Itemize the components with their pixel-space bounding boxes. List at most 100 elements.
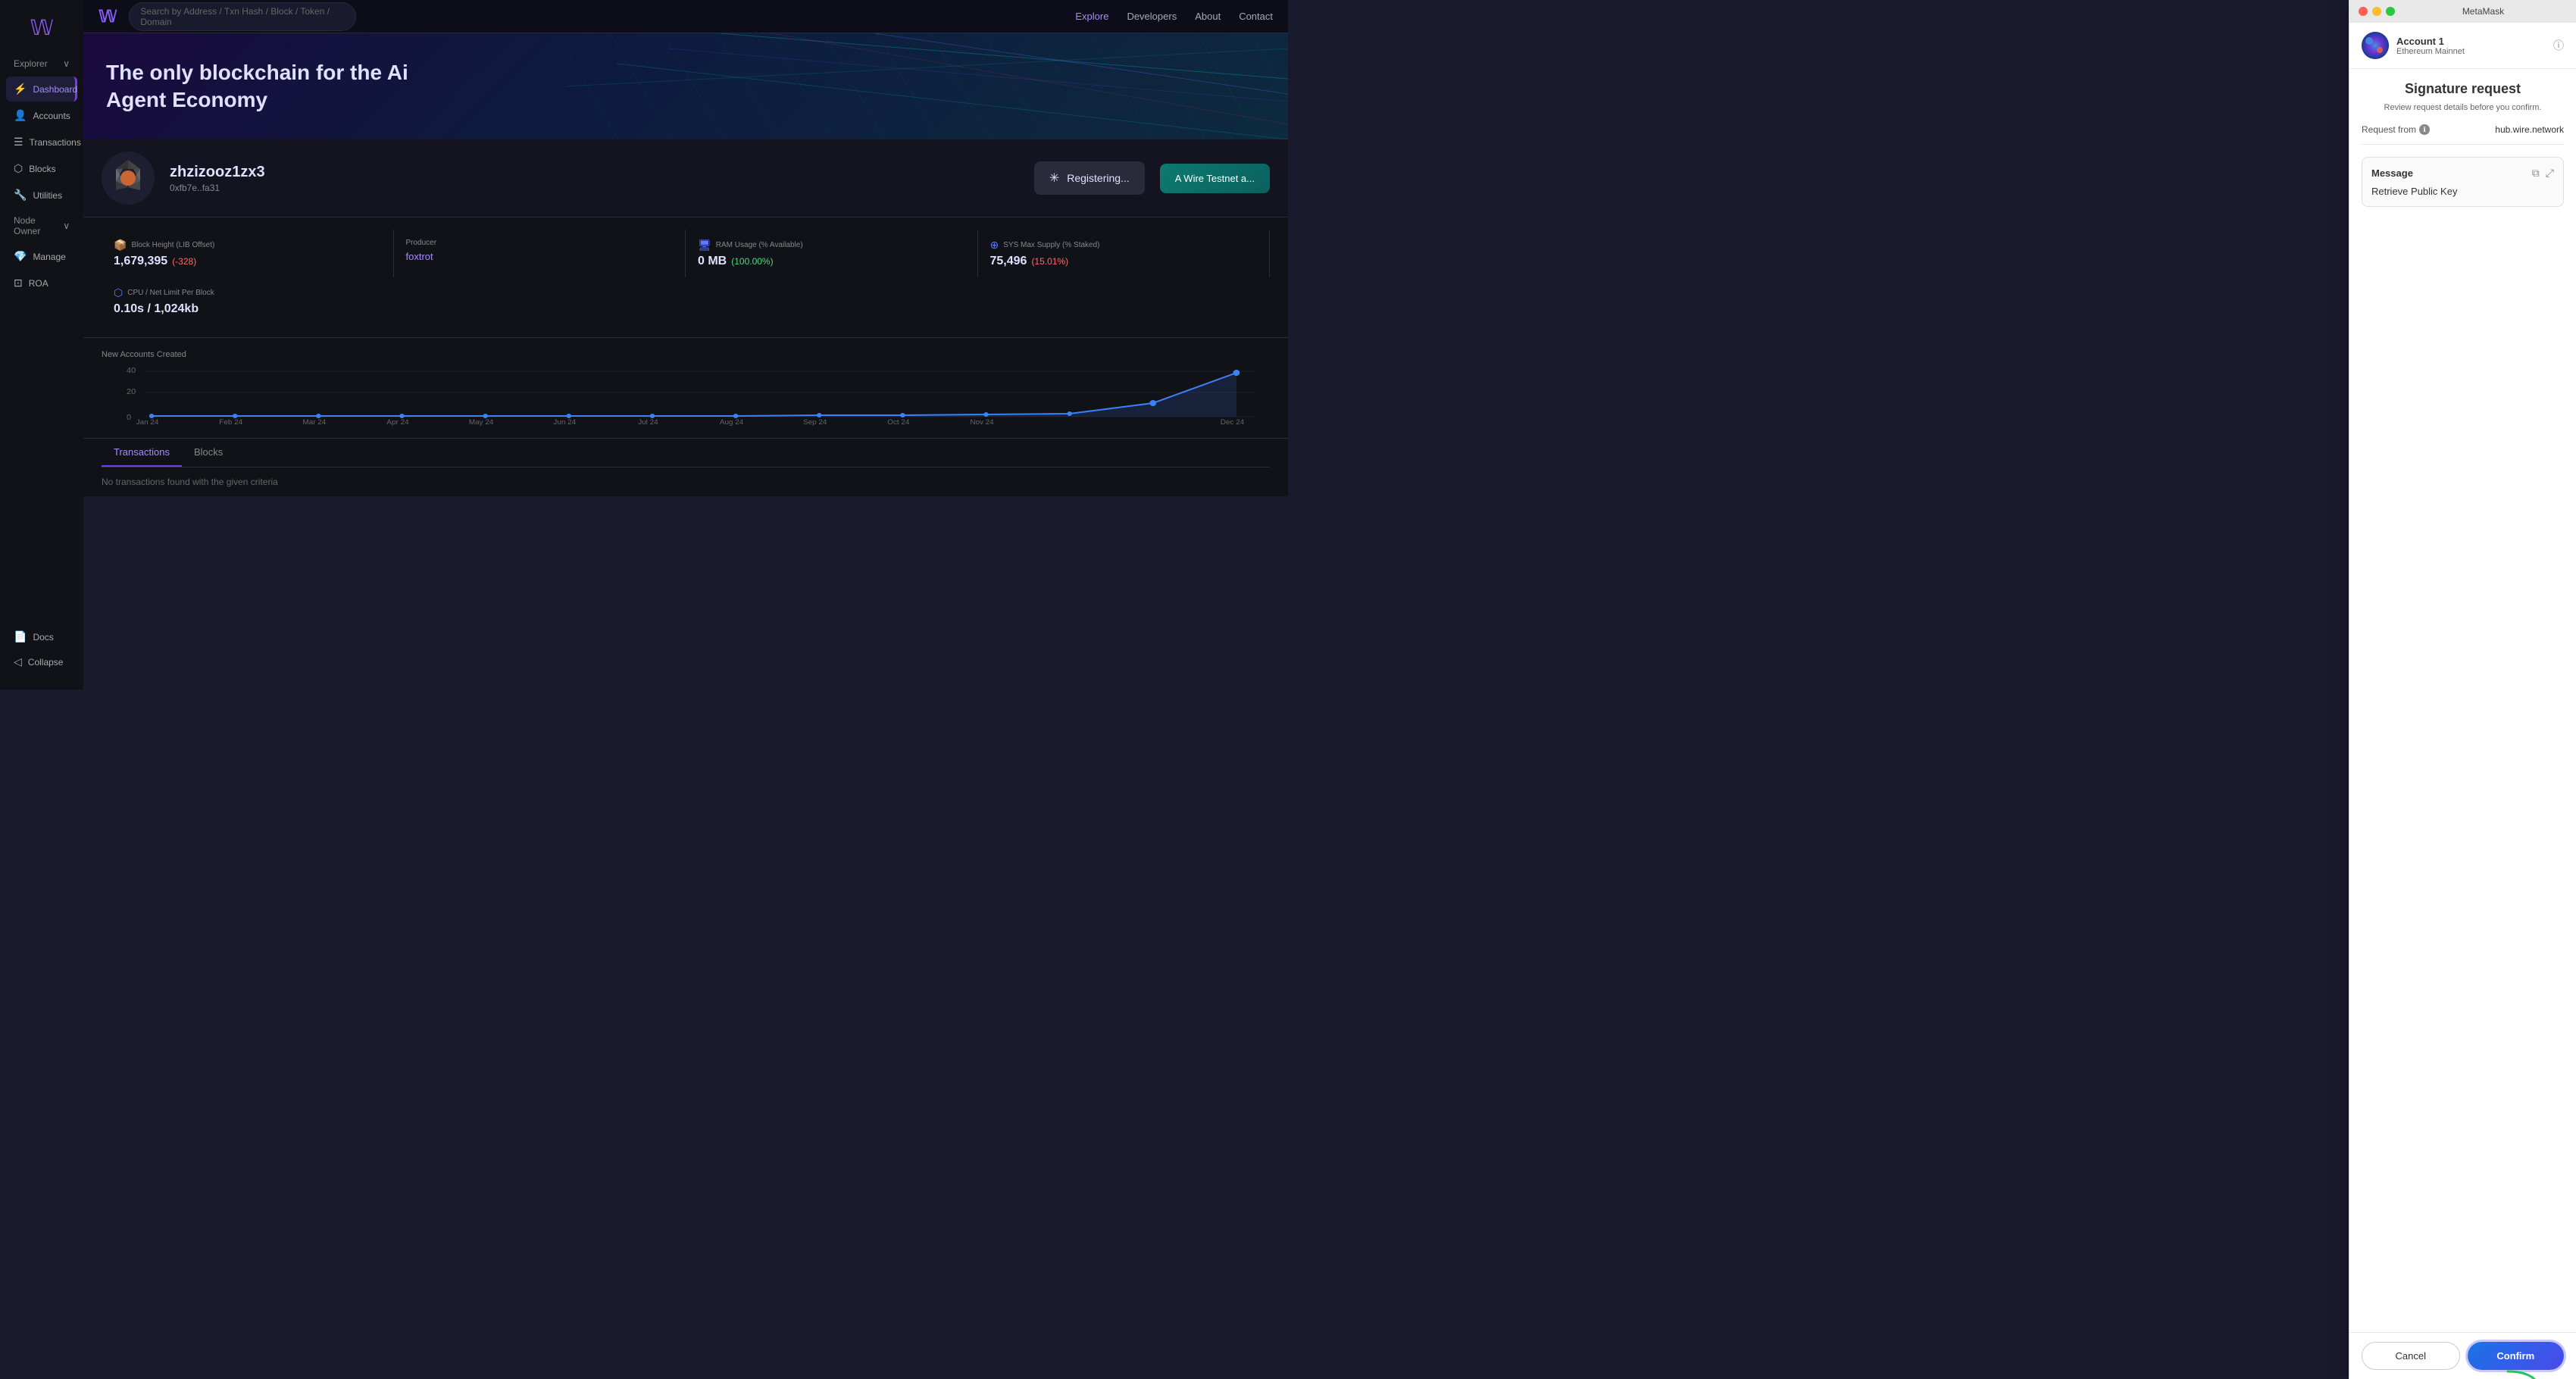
stat-ram: 🖥 RAM Usage (% Available) 0 MB (100.00%) bbox=[686, 230, 978, 277]
node-owner-section[interactable]: Node Owner ∨ bbox=[6, 209, 77, 242]
mm-close-button[interactable] bbox=[2359, 7, 2368, 16]
stat-value-sys: 75,496 bbox=[990, 255, 1027, 268]
svg-text:Mar 24: Mar 24 bbox=[302, 418, 326, 426]
stat-cpu-net: ⬡ CPU / Net Limit Per Block 0.10s / 1,02… bbox=[102, 277, 394, 325]
mm-copy-icon[interactable]: ⧉ bbox=[2532, 167, 2540, 180]
metamask-popup: MetaMask Account 1 Ethereum Mainnet bbox=[2349, 0, 2576, 1379]
node-owner-label: Node Owner bbox=[14, 215, 63, 236]
sidebar-item-dashboard[interactable]: ⚡ Dashboard bbox=[6, 77, 77, 102]
mm-account-info: Account 1 Ethereum Mainnet bbox=[2396, 36, 2546, 56]
mm-request-from-label: Request from ℹ bbox=[2362, 124, 2430, 135]
mm-cancel-button[interactable]: Cancel bbox=[2362, 1342, 2460, 1370]
search-placeholder: Search by Address / Txn Hash / Block / T… bbox=[140, 6, 330, 27]
stat-sub-block-height: (-328) bbox=[172, 256, 196, 267]
sidebar-item-collapse[interactable]: ◁ Collapse bbox=[6, 649, 77, 674]
svg-text:Apr 24: Apr 24 bbox=[386, 418, 408, 426]
svg-text:Sep 24: Sep 24 bbox=[803, 418, 827, 426]
tab-transactions[interactable]: Transactions bbox=[102, 439, 182, 467]
wire-logo-text: 𝕎 bbox=[98, 7, 117, 27]
mm-title: MetaMask bbox=[2399, 6, 2567, 17]
utilities-icon: 🔧 bbox=[14, 189, 27, 202]
svg-text:0: 0 bbox=[127, 413, 131, 421]
nav-about[interactable]: About bbox=[1195, 11, 1221, 22]
mm-account-name: Account 1 bbox=[2396, 36, 2546, 47]
svg-text:Jun 24: Jun 24 bbox=[553, 418, 576, 426]
search-bar[interactable]: Search by Address / Txn Hash / Block / T… bbox=[129, 2, 356, 31]
sidebar-item-label: Collapse bbox=[28, 657, 64, 668]
stat-sys-supply: ⊕ SYS Max Supply (% Staked) 75,496 (15.0… bbox=[978, 230, 1271, 277]
block-height-icon: 📦 bbox=[114, 239, 127, 252]
registering-label: Registering... bbox=[1067, 172, 1129, 184]
transactions-icon: ☰ bbox=[14, 136, 23, 149]
mm-maximize-button[interactable] bbox=[2386, 7, 2395, 16]
svg-text:Dec 24: Dec 24 bbox=[1221, 418, 1244, 426]
account-avatar bbox=[102, 152, 155, 205]
spinner-icon: ✳ bbox=[1049, 170, 1059, 186]
svg-text:Nov 24: Nov 24 bbox=[970, 418, 993, 426]
testnet-button[interactable]: A Wire Testnet a... bbox=[1160, 164, 1270, 193]
mm-request-from-value: hub.wire.network bbox=[2495, 124, 2564, 135]
docs-icon: 📄 bbox=[14, 630, 27, 643]
mm-network: Ethereum Mainnet bbox=[2396, 47, 2546, 56]
tabs: Transactions Blocks bbox=[102, 439, 1270, 467]
main-content: 𝕎 Search by Address / Txn Hash / Block /… bbox=[83, 0, 1288, 690]
account-info: zhzizooz1zx3 0xfb7e..fa31 bbox=[170, 164, 1019, 193]
sidebar-item-label: Docs bbox=[33, 632, 53, 643]
hero-title: The only blockchain for the Ai Agent Eco… bbox=[106, 59, 409, 114]
svg-text:40: 40 bbox=[127, 366, 136, 374]
hero-section: The only blockchain for the Ai Agent Eco… bbox=[83, 33, 1288, 139]
stat-value-block-height: 1,679,395 bbox=[114, 255, 167, 268]
svg-text:20: 20 bbox=[127, 387, 136, 396]
sidebar-item-docs[interactable]: 📄 Docs bbox=[6, 624, 77, 649]
sidebar-item-utilities[interactable]: 🔧 Utilities bbox=[6, 183, 77, 208]
sidebar-item-label: Dashboard bbox=[33, 84, 77, 95]
chart-section: New Accounts Created 40 20 0 bbox=[83, 338, 1288, 438]
blocks-icon: ⬡ bbox=[14, 162, 23, 175]
chart-container: 40 20 0 bbox=[102, 365, 1270, 426]
svg-text:Oct 24: Oct 24 bbox=[887, 418, 909, 426]
mm-message-header: Message ⧉ ⤢ bbox=[2371, 167, 2554, 180]
sidebar-item-transactions[interactable]: ☰ Transactions bbox=[6, 130, 77, 155]
mm-sig-subtitle: Review request details before you confir… bbox=[2362, 103, 2564, 112]
svg-text:Aug 24: Aug 24 bbox=[720, 418, 743, 426]
mm-body: Signature request Review request details… bbox=[2349, 69, 2576, 1332]
mm-message-text: Retrieve Public Key bbox=[2371, 186, 2554, 197]
mm-message-section: Message ⧉ ⤢ Retrieve Public Key bbox=[2362, 157, 2564, 207]
mm-request-info-icon[interactable]: ℹ bbox=[2419, 124, 2430, 135]
roa-icon: ⊡ bbox=[14, 277, 23, 289]
sidebar-item-roa[interactable]: ⊡ ROA bbox=[6, 270, 77, 296]
wire-logo-icon: 𝕎 bbox=[30, 15, 53, 40]
explorer-section[interactable]: Explorer ∨ bbox=[6, 52, 77, 75]
nav-developers[interactable]: Developers bbox=[1127, 11, 1177, 22]
tabs-section: Transactions Blocks No transactions foun… bbox=[83, 438, 1288, 496]
sidebar-item-blocks[interactable]: ⬡ Blocks bbox=[6, 156, 77, 181]
mm-message-label: Message bbox=[2371, 167, 2413, 179]
registering-button[interactable]: ✳ Registering... bbox=[1034, 161, 1145, 195]
chart-svg: 40 20 0 bbox=[102, 365, 1270, 426]
tab-blocks[interactable]: Blocks bbox=[182, 439, 235, 467]
mm-sig-title: Signature request bbox=[2362, 81, 2564, 97]
sidebar-bottom: 📄 Docs ◁ Collapse bbox=[0, 618, 83, 680]
sidebar-item-accounts[interactable]: 👤 Accounts bbox=[6, 103, 77, 128]
svg-text:May 24: May 24 bbox=[469, 418, 493, 426]
mm-request-from: Request from ℹ hub.wire.network bbox=[2362, 124, 2564, 145]
mm-info-icon[interactable]: ⓘ bbox=[2553, 38, 2564, 53]
accounts-icon: 👤 bbox=[14, 109, 27, 122]
nav-explore[interactable]: Explore bbox=[1075, 11, 1108, 22]
explorer-label: Explorer bbox=[14, 58, 48, 69]
stats-section: 📦 Block Height (LIB Offset) 1,679,395 (-… bbox=[83, 217, 1288, 338]
nav-contact[interactable]: Contact bbox=[1239, 11, 1273, 22]
sidebar-item-manage[interactable]: 💎 Manage bbox=[6, 244, 77, 269]
stat-block-height: 📦 Block Height (LIB Offset) 1,679,395 (-… bbox=[102, 230, 394, 277]
stat-label-block-height: 📦 Block Height (LIB Offset) bbox=[114, 239, 381, 252]
mm-account-header: Account 1 Ethereum Mainnet ⓘ bbox=[2349, 23, 2576, 69]
stat-value-producer[interactable]: foxtrot bbox=[406, 251, 433, 262]
testnet-label: A Wire Testnet a... bbox=[1175, 173, 1255, 184]
ram-icon: 🖥 bbox=[698, 239, 711, 252]
mm-minimize-button[interactable] bbox=[2372, 7, 2381, 16]
sidebar: 𝕎 Explorer ∨ ⚡ Dashboard 👤 Accounts ☰ Tr… bbox=[0, 0, 83, 690]
stat-label-sys-supply: ⊕ SYS Max Supply (% Staked) bbox=[990, 239, 1258, 252]
mm-expand-icon[interactable]: ⤢ bbox=[2546, 167, 2554, 180]
sidebar-item-label: Utilities bbox=[33, 190, 62, 201]
stat-sub-sys: (15.01%) bbox=[1031, 256, 1068, 267]
